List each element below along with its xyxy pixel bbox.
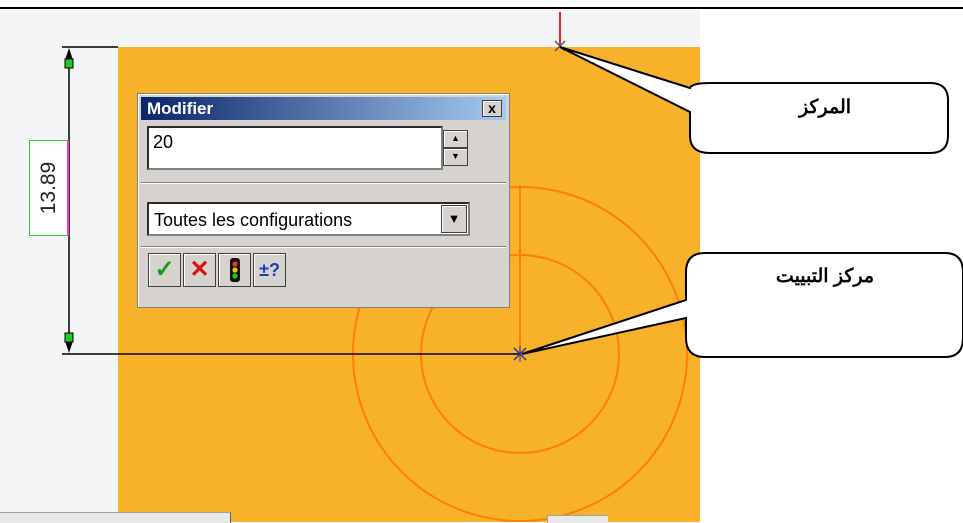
callout-fix-center-label: مركز التبييت <box>775 266 875 287</box>
dim-handle-bottom <box>64 332 74 343</box>
separator-2 <box>141 246 506 248</box>
cross-icon: ✕ <box>189 256 210 283</box>
spin-up-button[interactable]: ▲ <box>443 130 468 148</box>
rebuild-button[interactable] <box>218 253 251 287</box>
ok-button[interactable]: ✓ <box>148 253 181 287</box>
spin-down-button[interactable]: ▼ <box>443 148 468 166</box>
separator-1 <box>141 182 506 184</box>
dimension-value-box[interactable]: 13.89 <box>29 140 69 236</box>
tolerance-button[interactable]: ±? <box>253 253 286 287</box>
arrow-bottom <box>65 341 73 353</box>
close-icon: x <box>488 100 496 116</box>
value-input[interactable]: 20 <box>147 126 443 170</box>
checkmark-icon: ✓ <box>154 256 175 283</box>
callout-center-label: المركز <box>798 97 852 118</box>
dialog-titlebar[interactable]: Modifier x <box>141 97 506 120</box>
dim-handle-top <box>64 58 74 69</box>
tolerance-icon: ±? <box>259 260 280 280</box>
bottom-tab-left[interactable] <box>0 512 231 523</box>
dimension-value: 13.89 <box>36 161 60 215</box>
close-button[interactable]: x <box>482 100 502 117</box>
configuration-value: Toutes les configurations <box>154 210 353 230</box>
arrow-top <box>65 48 73 60</box>
dropdown-arrow-icon[interactable]: ▼ <box>441 205 467 233</box>
traffic-light-icon <box>229 258 240 282</box>
dialog-title: Modifier <box>147 99 214 118</box>
cancel-button[interactable]: ✕ <box>183 253 216 287</box>
modify-dialog: Modifier x 20 ▲ ▼ Toutes les configurati… <box>137 93 510 308</box>
value-spinner[interactable]: ▲ ▼ <box>443 130 468 166</box>
configuration-select[interactable]: Toutes les configurations ▼ <box>147 202 470 236</box>
